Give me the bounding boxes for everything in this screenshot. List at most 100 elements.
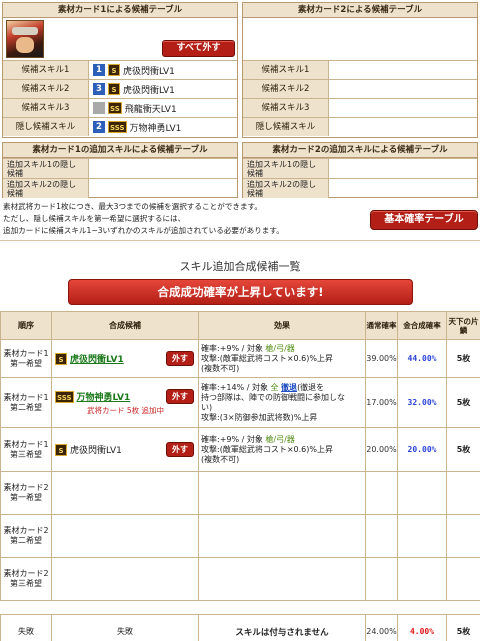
card2-skill-label-3: 候補スキル3	[243, 99, 329, 117]
remove-button[interactable]: 外す	[166, 351, 194, 366]
table-row: 素材カード2 第二希望	[0, 514, 480, 558]
table-row: 素材カード2 第三希望	[0, 557, 480, 601]
card2-portrait-area	[243, 18, 477, 60]
fail-row: 失敗 失敗 スキルは付与されません 24.00% 4.00% 5枚	[0, 614, 480, 641]
rank-badge: SSS	[55, 390, 74, 403]
effect-cell: 確率:+9% / 対象 槍/弓/器 攻撃:(敵軍総武将コスト×0.6)%上昇 (…	[198, 339, 366, 378]
rank-badge: SSS	[108, 121, 127, 133]
general-portrait[interactable]	[6, 20, 44, 58]
row-preference: 第二希望	[10, 402, 42, 412]
fragment-count: 5枚	[446, 339, 480, 378]
card1-panel: 素材カード1による候補テーブル すべて外す 候補スキル1 1 S 虎彶閃衝LV1 候…	[2, 2, 238, 138]
card2-header: 素材カード2による候補テーブル	[243, 3, 477, 18]
fragment-count: 5枚	[446, 427, 480, 472]
card2-panel: 素材カード2による候補テーブル 候補スキル1 候補スキル2 候補スキル3 隠し候…	[242, 2, 478, 138]
list-title: スキル追加合成候補一覧	[179, 260, 301, 273]
table-spacer	[0, 600, 480, 615]
portrait-headband	[12, 27, 38, 35]
row-preference: 第三希望	[10, 579, 42, 588]
normal-rate: 17.00%	[365, 377, 398, 428]
card2-skill-row-hidden: 隠し候補スキル	[243, 117, 477, 136]
skill-link[interactable]: 虎彶閃衝LV1	[70, 352, 124, 365]
rank-badge: S	[108, 83, 120, 95]
add2-hidden-label-1: 追加スキル1の隠し候補	[243, 159, 329, 178]
fail-order: 失敗	[0, 614, 52, 641]
col-normal-rate: 通常確率	[365, 311, 398, 340]
rank-badge: S	[55, 443, 67, 456]
card1-skill-row-hidden: 隠し候補スキル 2 SSS 万物神勇LV1	[3, 117, 237, 136]
skill-name: 虎彶閃衝LV1	[70, 446, 122, 456]
card1-skill-row-3: 候補スキル3 SS 飛龍衝天LV1	[3, 98, 237, 117]
priority-number[interactable]: 3	[93, 83, 105, 95]
add1-hidden-label-1: 追加スキル1の隠し候補	[3, 159, 89, 178]
effect-cell: 確率:+9% / 対象 槍/弓/器 攻撃:(敵軍総武将コスト×0.6)%上昇 (…	[198, 427, 366, 472]
priority-number-empty[interactable]	[93, 102, 105, 114]
card1-additional-panel: 素材カード1の追加スキルによる候補テーブル 追加スキル1の隠し候補 追加スキル2…	[2, 142, 238, 198]
normal-rate: 39.00%	[365, 339, 398, 378]
col-fragments: 天下の片鱗	[446, 311, 480, 340]
card1-skill-label-2: 候補スキル2	[3, 80, 89, 98]
col-candidate: 合成候補	[51, 311, 199, 340]
row-preference: 第一希望	[10, 493, 42, 502]
row-order: 素材カード2	[3, 526, 49, 535]
gold-rate: 20.00%	[397, 427, 447, 472]
portrait-face	[16, 37, 34, 53]
card2-skill-label-2: 候補スキル2	[243, 80, 329, 98]
note-line-2: ただし、隠し候補スキルを第一希望に選択するには、	[3, 214, 186, 223]
skill-name: 虎彶閃衝LV1	[123, 85, 175, 96]
card2-skill-row-2: 候補スキル2	[243, 79, 477, 98]
fail-effect: スキルは付与されません	[198, 614, 366, 641]
rank-badge: S	[55, 352, 67, 365]
add2-hidden-label-2: 追加スキル2の隠し候補	[243, 179, 329, 198]
base-rate-table-button[interactable]: 基本確率テーブル	[370, 210, 478, 230]
fail-candidate: 失敗	[51, 614, 199, 641]
note-line-3: 追加カードに候補スキル1~3いずれかのスキルが追加されている必要があります。	[3, 226, 284, 235]
notes: 素材武将カード1枚につき、最大3つまでの候補を選択することができます。 ただし、…	[3, 201, 383, 237]
gold-rate: 32.00%	[397, 377, 447, 428]
card1-skill-label-hidden: 隠し候補スキル	[3, 118, 89, 136]
priority-number[interactable]: 2	[93, 121, 105, 133]
normal-rate: 20.00%	[365, 427, 398, 472]
fragment-count: 5枚	[446, 377, 480, 428]
table-row: 素材カード1 第一希望 S 虎彶閃衝LV1 外す 確率:+9% / 対象 槍/弓/…	[0, 339, 480, 378]
card1-header: 素材カード1による候補テーブル	[3, 3, 237, 18]
col-effect: 効果	[198, 311, 366, 340]
added-card-note: 武将カード 5枚 追加中	[87, 406, 165, 415]
row-order: 素材カード1	[3, 348, 49, 358]
fail-gold-rate: 4.00%	[397, 614, 447, 641]
card1-skill-row-2: 候補スキル2 3 S 虎彶閃衝LV1	[3, 79, 237, 98]
row-preference: 第一希望	[10, 358, 42, 368]
card2-additional-panel: 素材カード2の追加スキルによる候補テーブル 追加スキル1の隠し候補 追加スキル2…	[242, 142, 478, 198]
card1-portrait-area: すべて外す	[3, 18, 237, 60]
card2-skill-label-hidden: 隠し候補スキル	[243, 118, 329, 136]
col-order: 順序	[0, 311, 52, 340]
table-row: 素材カード1 第三希望 S 虎彶閃衝LV1 外す 確率:+9% / 対象 槍/弓/…	[0, 427, 480, 472]
gold-rate: 44.00%	[397, 339, 447, 378]
table-row: 素材カード2 第一希望	[0, 471, 480, 515]
row-order: 素材カード1	[3, 392, 49, 402]
row-order: 素材カード2	[3, 483, 49, 492]
col-gold-rate: 金合成確率	[397, 311, 447, 340]
row-preference: 第三希望	[10, 449, 42, 459]
card1-additional-header: 素材カード1の追加スキルによる候補テーブル	[3, 143, 237, 158]
card2-additional-header: 素材カード2の追加スキルによる候補テーブル	[243, 143, 477, 158]
success-rate-banner: 合成成功確率が上昇しています!	[68, 279, 413, 305]
row-order: 素材カード2	[3, 569, 49, 578]
skill-name: 飛龍衝天LV1	[124, 104, 177, 115]
rank-badge: SS	[108, 102, 122, 114]
card1-skill-label-1: 候補スキル1	[3, 61, 89, 79]
candidate-table: 順序 合成候補 効果 通常確率 金合成確率 天下の片鱗 素材カード1 第一希望 S…	[0, 311, 480, 641]
remove-button[interactable]: 外す	[166, 442, 194, 457]
effect-cell: 確率:+14% / 対象 全 徹退(徹退を 持つ部隊は、陣での防御戦闘に参加しな…	[198, 377, 366, 428]
skill-link[interactable]: 万物神勇LV1	[77, 390, 131, 403]
skill-name: 虎彶閃衝LV1	[123, 66, 175, 77]
skill-name: 万物神勇LV1	[129, 123, 182, 134]
fail-normal-rate: 24.00%	[365, 614, 398, 641]
remove-all-button[interactable]: すべて外す	[162, 40, 235, 57]
table-row: 素材カード1 第二希望 SSS 万物神勇LV1 外す 武将カード 5枚 追加中 確…	[0, 377, 480, 428]
card2-skill-row-1: 候補スキル1	[243, 60, 477, 79]
banner-text: 合成成功確率が上昇しています!	[157, 285, 324, 299]
remove-button[interactable]: 外す	[166, 389, 194, 404]
fail-fragment-count: 5枚	[446, 614, 480, 641]
priority-number[interactable]: 1	[93, 64, 105, 76]
